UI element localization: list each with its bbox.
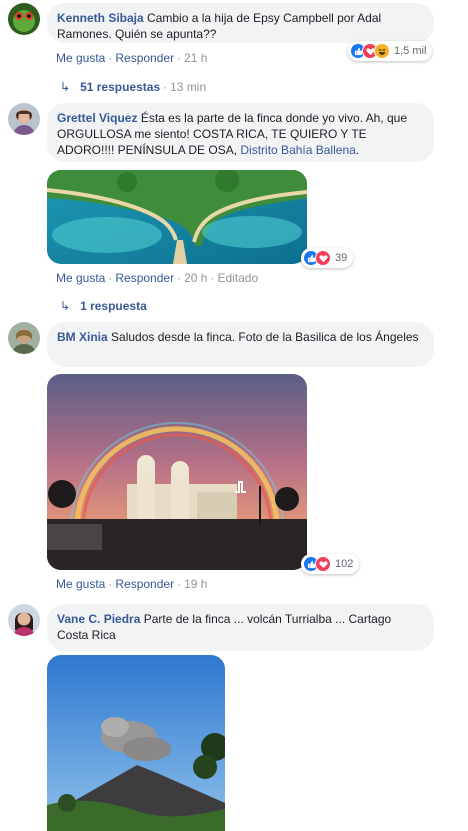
reply-link[interactable]: Responder (115, 51, 174, 65)
comment-bubble: BM Xinia Saludos desde la finca. Foto de… (47, 322, 434, 367)
avatar-kenneth[interactable] (8, 3, 40, 35)
view-replies[interactable]: ↳ 1 respuesta (60, 299, 147, 313)
like-link[interactable]: Me gusta (56, 271, 105, 285)
replies-time: 13 min (170, 80, 207, 94)
like-link[interactable]: Me gusta (56, 51, 105, 65)
view-replies[interactable]: ↳ 51 respuestas · 13 min (60, 80, 206, 94)
avatar-grettel[interactable] (8, 103, 40, 135)
author-name[interactable]: Kenneth Sibaja (57, 11, 144, 25)
reply-arrow-icon: ↳ (60, 299, 71, 313)
comment-actions: Me gusta · Responder · 21 h (56, 51, 208, 65)
avatar-bm-xinia[interactable] (8, 322, 40, 354)
comment-bubble: Grettel Viquez Ésta es la parte de la fi… (47, 103, 434, 162)
comment-actions: Me gusta · Responder · 20 h · Editado (56, 271, 259, 285)
location-link[interactable]: Distrito Bahía Ballena (240, 143, 355, 157)
comment-bubble: Kenneth Sibaja Cambio a la hija de Epsy … (47, 3, 434, 43)
comment-actions: Me gusta · Responder · 19 h (56, 577, 208, 591)
comment-photo-volcano[interactable] (47, 655, 225, 831)
author-name[interactable]: Grettel Viquez (57, 111, 137, 125)
reaction-summary[interactable]: 1,5 mil (348, 41, 433, 61)
comment-text: Saludos desde la finca. Foto de la Basil… (111, 330, 419, 344)
timestamp[interactable]: 19 h (184, 577, 207, 591)
reaction-summary[interactable]: 102 (301, 554, 360, 574)
reaction-count: 102 (335, 558, 354, 570)
reaction-count: 1,5 mil (394, 45, 427, 57)
reaction-summary[interactable]: 39 (301, 248, 354, 268)
author-name[interactable]: BM Xinia (57, 330, 108, 344)
replies-count[interactable]: 1 respuesta (80, 299, 147, 313)
love-icon (315, 556, 331, 572)
author-name[interactable]: Vane C. Piedra (57, 612, 140, 626)
reply-arrow-icon: ↳ (60, 80, 71, 94)
replies-count[interactable]: 51 respuestas (80, 80, 160, 94)
timestamp[interactable]: 21 h (184, 51, 207, 65)
avatar-vane[interactable] (8, 604, 40, 636)
love-icon (315, 250, 331, 266)
comment-photo-peninsula[interactable] (47, 170, 307, 264)
like-link[interactable]: Me gusta (56, 577, 105, 591)
reply-link[interactable]: Responder (115, 271, 174, 285)
comment-photo-basilica[interactable] (47, 374, 307, 570)
reply-link[interactable]: Responder (115, 577, 174, 591)
edited-label[interactable]: Editado (217, 271, 258, 285)
reaction-count: 39 (335, 252, 348, 264)
timestamp[interactable]: 20 h (184, 271, 207, 285)
comment-bubble: Vane C. Piedra Parte de la finca ... vol… (47, 604, 434, 651)
haha-icon (374, 43, 390, 59)
